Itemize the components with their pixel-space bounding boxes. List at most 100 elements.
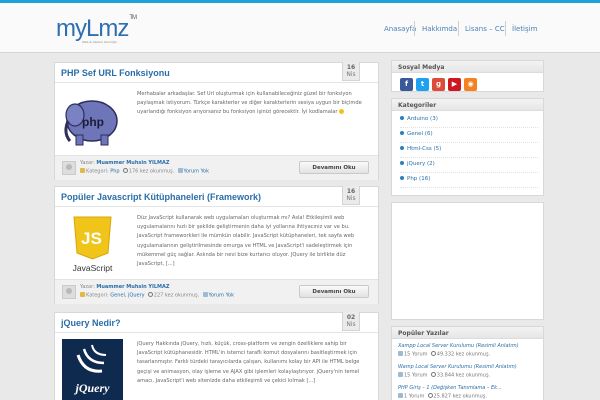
bullet-icon [400, 131, 404, 135]
category-item[interactable]: Arduino (3) [400, 116, 538, 128]
eye-icon [147, 292, 153, 297]
category-count: (2) [427, 161, 435, 167]
category-name: Html-Css [407, 146, 432, 152]
google-plus-icon[interactable]: g [432, 78, 445, 91]
nav-separator [458, 21, 459, 36]
wink-emoji-icon [339, 108, 345, 114]
category-label: Kategori: [86, 168, 109, 175]
nav-item-home[interactable]: Anasayfa [384, 25, 416, 33]
popular-item-comments: 1 Yorum [404, 393, 425, 400]
read-more-button[interactable]: Devamını Oku [299, 161, 369, 174]
view-count: 227 kez okunmuş. [153, 292, 200, 299]
popular-item-title[interactable]: Xampp Local Server Kurulumu (Resimli Anl… [398, 343, 538, 349]
categories-widget: Kategoriler Arduino (3) Genel (6) Html-C… [391, 98, 544, 196]
author-avatar [62, 161, 76, 175]
post-excerpt: Merhabalar arkadaşlar. Sef Url oluşturma… [137, 90, 369, 118]
post-title[interactable]: PHP Sef URL Fonksiyonu [61, 68, 170, 78]
bullet-icon [400, 161, 404, 165]
post-date-day: 16 [346, 64, 356, 71]
comment-icon [398, 351, 403, 356]
popular-item-views: 33.844 kez okunmuş. [436, 372, 491, 379]
svg-text:JS: JS [81, 229, 102, 248]
post-date-badge: 16 Nis [342, 62, 360, 81]
post-date-badge: 16 Nis [342, 186, 360, 205]
php-elephant-icon[interactable]: php [62, 91, 123, 152]
category-name: Genel [407, 131, 424, 137]
bullet-icon [400, 116, 404, 120]
comment-icon [398, 393, 403, 398]
category-item[interactable]: jQuery (2) [400, 161, 538, 173]
post-author-line: Yazar: Muammer Muhsin YILMAZ [80, 284, 170, 290]
category-name: Php [407, 176, 418, 182]
post-title[interactable]: jQuery Nedir? [61, 318, 121, 328]
comments-link[interactable]: Yorum Yok [209, 293, 234, 299]
author-link[interactable]: Muammer Muhsin YILMAZ [96, 284, 169, 290]
post-header: jQuery Nedir? 02 Nis [55, 312, 378, 333]
category-count: (3) [430, 116, 438, 122]
javascript-logo-icon[interactable]: JS JavaScript [62, 213, 123, 276]
author-label: Yazar: [80, 284, 95, 290]
post-author-line: Yazar: Muammer Muhsin YILMAZ [80, 160, 170, 166]
post-excerpt: Düz JavaScript kullanarak web uygulamala… [137, 215, 355, 268]
popular-item-title[interactable]: Wamp Local Server Kurulumu (Resimli Anla… [398, 364, 538, 370]
site-tagline: Web & Yazılım Günlüğü [82, 40, 117, 44]
post-card: PHP Sef URL Fonksiyonu 16 Nis php Merhaba… [54, 62, 379, 180]
post-card: Popüler Javascript Kütüphaneleri (Framew… [54, 186, 379, 304]
popular-item: Wamp Local Server Kurulumu (Resimli Anla… [398, 364, 538, 379]
popular-posts-widget: Popüler Yazılar Xampp Local Server Kurul… [391, 326, 544, 400]
eye-icon [427, 393, 433, 398]
youtube-icon[interactable]: ▶ [448, 78, 461, 91]
twitter-icon[interactable]: t [416, 78, 429, 91]
author-label: Yazar: [80, 160, 95, 166]
category-link[interactable]: Genel, jQuery [110, 293, 144, 299]
eye-icon [430, 372, 436, 377]
widget-title: Popüler Yazılar [392, 327, 543, 339]
post-excerpt-text: Merhabalar arkadaşlar. Sef Url oluşturma… [137, 91, 362, 116]
view-count: 176 kez okunmuş. [128, 168, 175, 175]
nav-item-contact[interactable]: İletişim [512, 25, 537, 33]
site-logo[interactable]: myLmzTM [56, 15, 137, 43]
post-date-month: Nis [346, 195, 356, 202]
bullet-icon [400, 146, 404, 150]
rss-icon[interactable]: ◉ [464, 78, 477, 91]
nav-separator [505, 21, 506, 36]
popular-item-meta: 15 Yorum 49.332 kez okunmuş. [398, 351, 538, 358]
comment-icon [202, 292, 208, 297]
author-avatar [62, 285, 76, 299]
category-name: jQuery [407, 161, 426, 167]
category-name: Arduino [407, 116, 429, 122]
jquery-logo-icon[interactable]: jQuery [62, 339, 123, 400]
nav-item-license[interactable]: Lisans – CC [465, 25, 505, 33]
category-item[interactable]: Genel (6) [400, 131, 538, 143]
popular-item: PHP Giriş – 1 (Değişken Tanımlama – Ek..… [398, 385, 538, 400]
folder-icon [80, 168, 85, 173]
category-link[interactable]: Php [110, 169, 119, 175]
popular-item-title[interactable]: PHP Giriş – 1 (Değişken Tanımlama – Ek..… [398, 385, 538, 391]
post-date-day: 16 [346, 188, 356, 195]
post-header: PHP Sef URL Fonksiyonu 16 Nis [55, 62, 378, 83]
category-item[interactable]: Html-Css (5) [400, 146, 538, 158]
nav-item-about[interactable]: Hakkımda [422, 25, 457, 33]
post-title[interactable]: Popüler Javascript Kütüphaneleri (Framew… [61, 192, 261, 202]
popular-item: Xampp Local Server Kurulumu (Resimli Anl… [398, 343, 538, 358]
popular-item-views: 25.827 kez okunmuş. [433, 393, 487, 400]
facebook-icon[interactable]: f [400, 78, 413, 91]
eye-icon [122, 168, 128, 173]
author-link[interactable]: Muammer Muhsin YILMAZ [96, 160, 169, 166]
category-count: (16) [419, 176, 431, 182]
bullet-icon [400, 176, 404, 180]
popular-item-meta: 15 Yorum 33.844 kez okunmuş. [398, 372, 538, 379]
category-item[interactable]: Php (16) [400, 176, 538, 188]
post-footer: Yazar: Muammer Muhsin YILMAZ Kategori: P… [55, 155, 378, 180]
read-more-button[interactable]: Devamını Oku [299, 285, 369, 298]
post-header: Popüler Javascript Kütüphaneleri (Framew… [55, 186, 378, 207]
category-label: Kategori: [86, 292, 109, 299]
post-date-badge: 02 Nis [342, 312, 360, 331]
popular-item-meta: 1 Yorum 25.827 kez okunmuş. [398, 393, 538, 400]
post-excerpt: jQuery Hakkında jQuery, hızlı, küçük, cr… [137, 341, 360, 384]
comment-icon [398, 372, 403, 377]
logo-mark: TM [129, 15, 137, 21]
comments-link[interactable]: Yorum Yok [184, 169, 209, 175]
post-footer: Yazar: Muammer Muhsin YILMAZ Kategori: G… [55, 279, 378, 304]
popular-item-views: 49.332 kez okunmuş. [436, 351, 491, 358]
